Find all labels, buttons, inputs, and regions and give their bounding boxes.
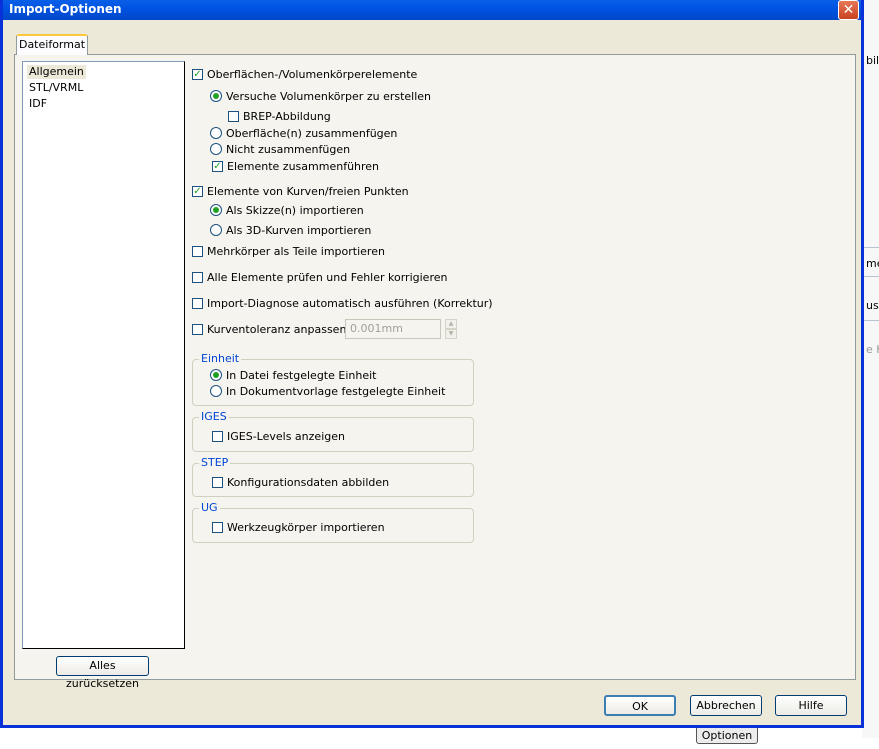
checkbox-unchecked[interactable] [228, 110, 239, 122]
option-label: Kurventoleranz anpassen: [207, 322, 351, 336]
option-tool-bodies[interactable]: Werkzeugkörper importieren [212, 519, 385, 535]
spin-down-icon[interactable]: ▼ [445, 329, 457, 339]
list-item-idf[interactable]: IDF [27, 97, 49, 111]
radio-unselected[interactable] [210, 127, 222, 139]
checkbox-unchecked[interactable] [212, 430, 223, 442]
option-label: Oberflächen-/Volumenkörperelemente [207, 67, 418, 81]
category-list[interactable]: Allgemein STL/VRML IDF [22, 61, 185, 649]
list-item-stl-vrml[interactable]: STL/VRML [27, 81, 85, 95]
background-divider [862, 320, 879, 321]
option-as-sketches[interactable]: Als Skizze(n) importieren [210, 202, 364, 218]
checkbox-checked[interactable]: ✓ [192, 185, 203, 197]
option-brep[interactable]: BREP-Abbildung [228, 108, 331, 124]
radio-unselected[interactable] [210, 224, 222, 236]
close-icon[interactable]: ✕ [838, 0, 859, 20]
radio-selected[interactable] [210, 204, 222, 216]
option-label: Elemente von Kurven/freien Punkten [207, 184, 409, 198]
checkbox-unchecked[interactable] [212, 476, 223, 488]
checkbox-unchecked[interactable] [212, 521, 223, 533]
option-knit-surfaces[interactable]: Oberfläche(n) zusammenfügen [210, 125, 397, 141]
background-application [862, 0, 879, 738]
option-no-knit[interactable]: Nicht zusammenfügen [210, 141, 350, 157]
background-divider [862, 247, 879, 248]
background-fragment-text: me [866, 257, 879, 270]
list-item-allgemein[interactable]: Allgemein [27, 65, 86, 79]
group-legend: Einheit [199, 352, 242, 365]
option-template-unit[interactable]: In Dokumentvorlage festgelegte Einheit [210, 383, 445, 399]
option-label: Mehrkörper als Teile importieren [207, 244, 385, 258]
option-label: Versuche Volumenkörper zu erstellen [226, 89, 432, 103]
option-label: Alle Elemente prüfen und Fehler korrigie… [207, 270, 448, 284]
curve-tolerance-input[interactable]: 0.001mm [345, 319, 441, 339]
checkbox-checked[interactable]: ✓ [192, 68, 203, 80]
checkbox-unchecked[interactable] [192, 323, 203, 335]
checkbox-unchecked[interactable] [192, 245, 203, 257]
option-label: Oberfläche(n) zusammenfügen [226, 126, 398, 140]
option-label: Import-Diagnose automatisch ausführen (K… [207, 296, 493, 310]
option-check-all[interactable]: Alle Elemente prüfen und Fehler korrigie… [192, 269, 447, 285]
cancel-button[interactable]: Abbrechen [690, 695, 762, 716]
tab-dateiformat[interactable]: Dateiformat [16, 34, 88, 55]
radio-unselected[interactable] [210, 143, 222, 155]
group-legend: IGES [199, 410, 229, 423]
option-label: Als Skizze(n) importieren [226, 203, 364, 217]
ok-button[interactable]: OK [604, 695, 676, 716]
option-label: Elemente zusammenführen [227, 159, 380, 173]
option-label: Als 3D-Kurven importieren [226, 223, 372, 237]
reset-all-button[interactable]: Alles zurücksetzen [56, 656, 149, 690]
group-legend: UG [199, 501, 220, 514]
background-fragment-text: bild [866, 54, 879, 67]
title-bar[interactable]: Import-Optionen ✕ [3, 0, 861, 20]
option-multibody[interactable]: Mehrkörper als Teile importieren [192, 243, 385, 259]
option-config-data[interactable]: Konfigurationsdaten abbilden [212, 474, 389, 490]
curve-tolerance-spinner[interactable]: ▲ ▼ [445, 319, 457, 339]
spin-up-icon[interactable]: ▲ [445, 319, 457, 329]
radio-selected[interactable] [210, 369, 222, 381]
option-surfaces[interactable]: ✓ Oberflächen-/Volumenkörperelemente [192, 66, 417, 82]
checkbox-unchecked[interactable] [192, 271, 203, 283]
option-label: In Datei festgelegte Einheit [226, 368, 377, 382]
option-curves[interactable]: ✓ Elemente von Kurven/freien Punkten [192, 183, 409, 199]
option-label: Werkzeugkörper importieren [227, 520, 385, 534]
option-merge-entities[interactable]: ✓ Elemente zusammenführen [212, 158, 379, 174]
background-fragment-text: e K [866, 343, 879, 356]
group-legend: STEP [199, 456, 231, 469]
checkbox-unchecked[interactable] [192, 297, 203, 309]
checkbox-checked[interactable]: ✓ [212, 160, 223, 172]
option-label: IGES-Levels anzeigen [227, 429, 345, 443]
option-try-solids[interactable]: Versuche Volumenkörper zu erstellen [210, 88, 431, 104]
option-iges-levels[interactable]: IGES-Levels anzeigen [212, 428, 345, 444]
option-import-diagnosis[interactable]: Import-Diagnose automatisch ausführen (K… [192, 295, 493, 311]
background-divider [862, 276, 879, 277]
window-title: Import-Optionen [9, 2, 122, 16]
help-button[interactable]: Hilfe [775, 695, 847, 716]
option-label: In Dokumentvorlage festgelegte Einheit [226, 384, 446, 398]
option-label: Nicht zusammenfügen [226, 142, 351, 156]
option-label: Konfigurationsdaten abbilden [227, 475, 390, 489]
radio-selected[interactable] [210, 90, 222, 102]
radio-unselected[interactable] [210, 385, 222, 397]
option-curve-tolerance[interactable]: Kurventoleranz anpassen: [192, 321, 350, 337]
option-label: BREP-Abbildung [243, 109, 331, 123]
background-fragment-text: us | [866, 299, 879, 312]
option-as-3d-curves[interactable]: Als 3D-Kurven importieren [210, 222, 371, 238]
option-file-unit[interactable]: In Datei festgelegte Einheit [210, 367, 376, 383]
